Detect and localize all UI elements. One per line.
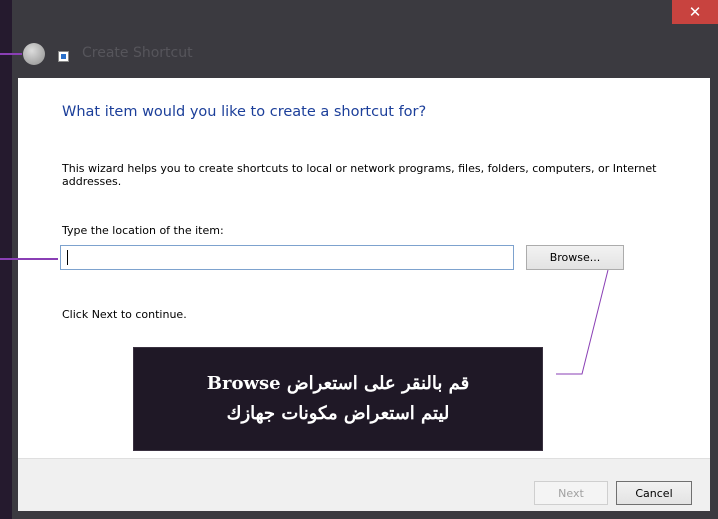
- annotation-line-browse: [556, 269, 609, 375]
- annotation-callout: قم بالنقر على استعراض Browse ليتم استعرا…: [133, 347, 543, 451]
- annotation-line-1: قم بالنقر على استعراض Browse: [206, 373, 470, 394]
- annotation-line-2: ليتم استعراض مكونات جهازك: [226, 403, 450, 424]
